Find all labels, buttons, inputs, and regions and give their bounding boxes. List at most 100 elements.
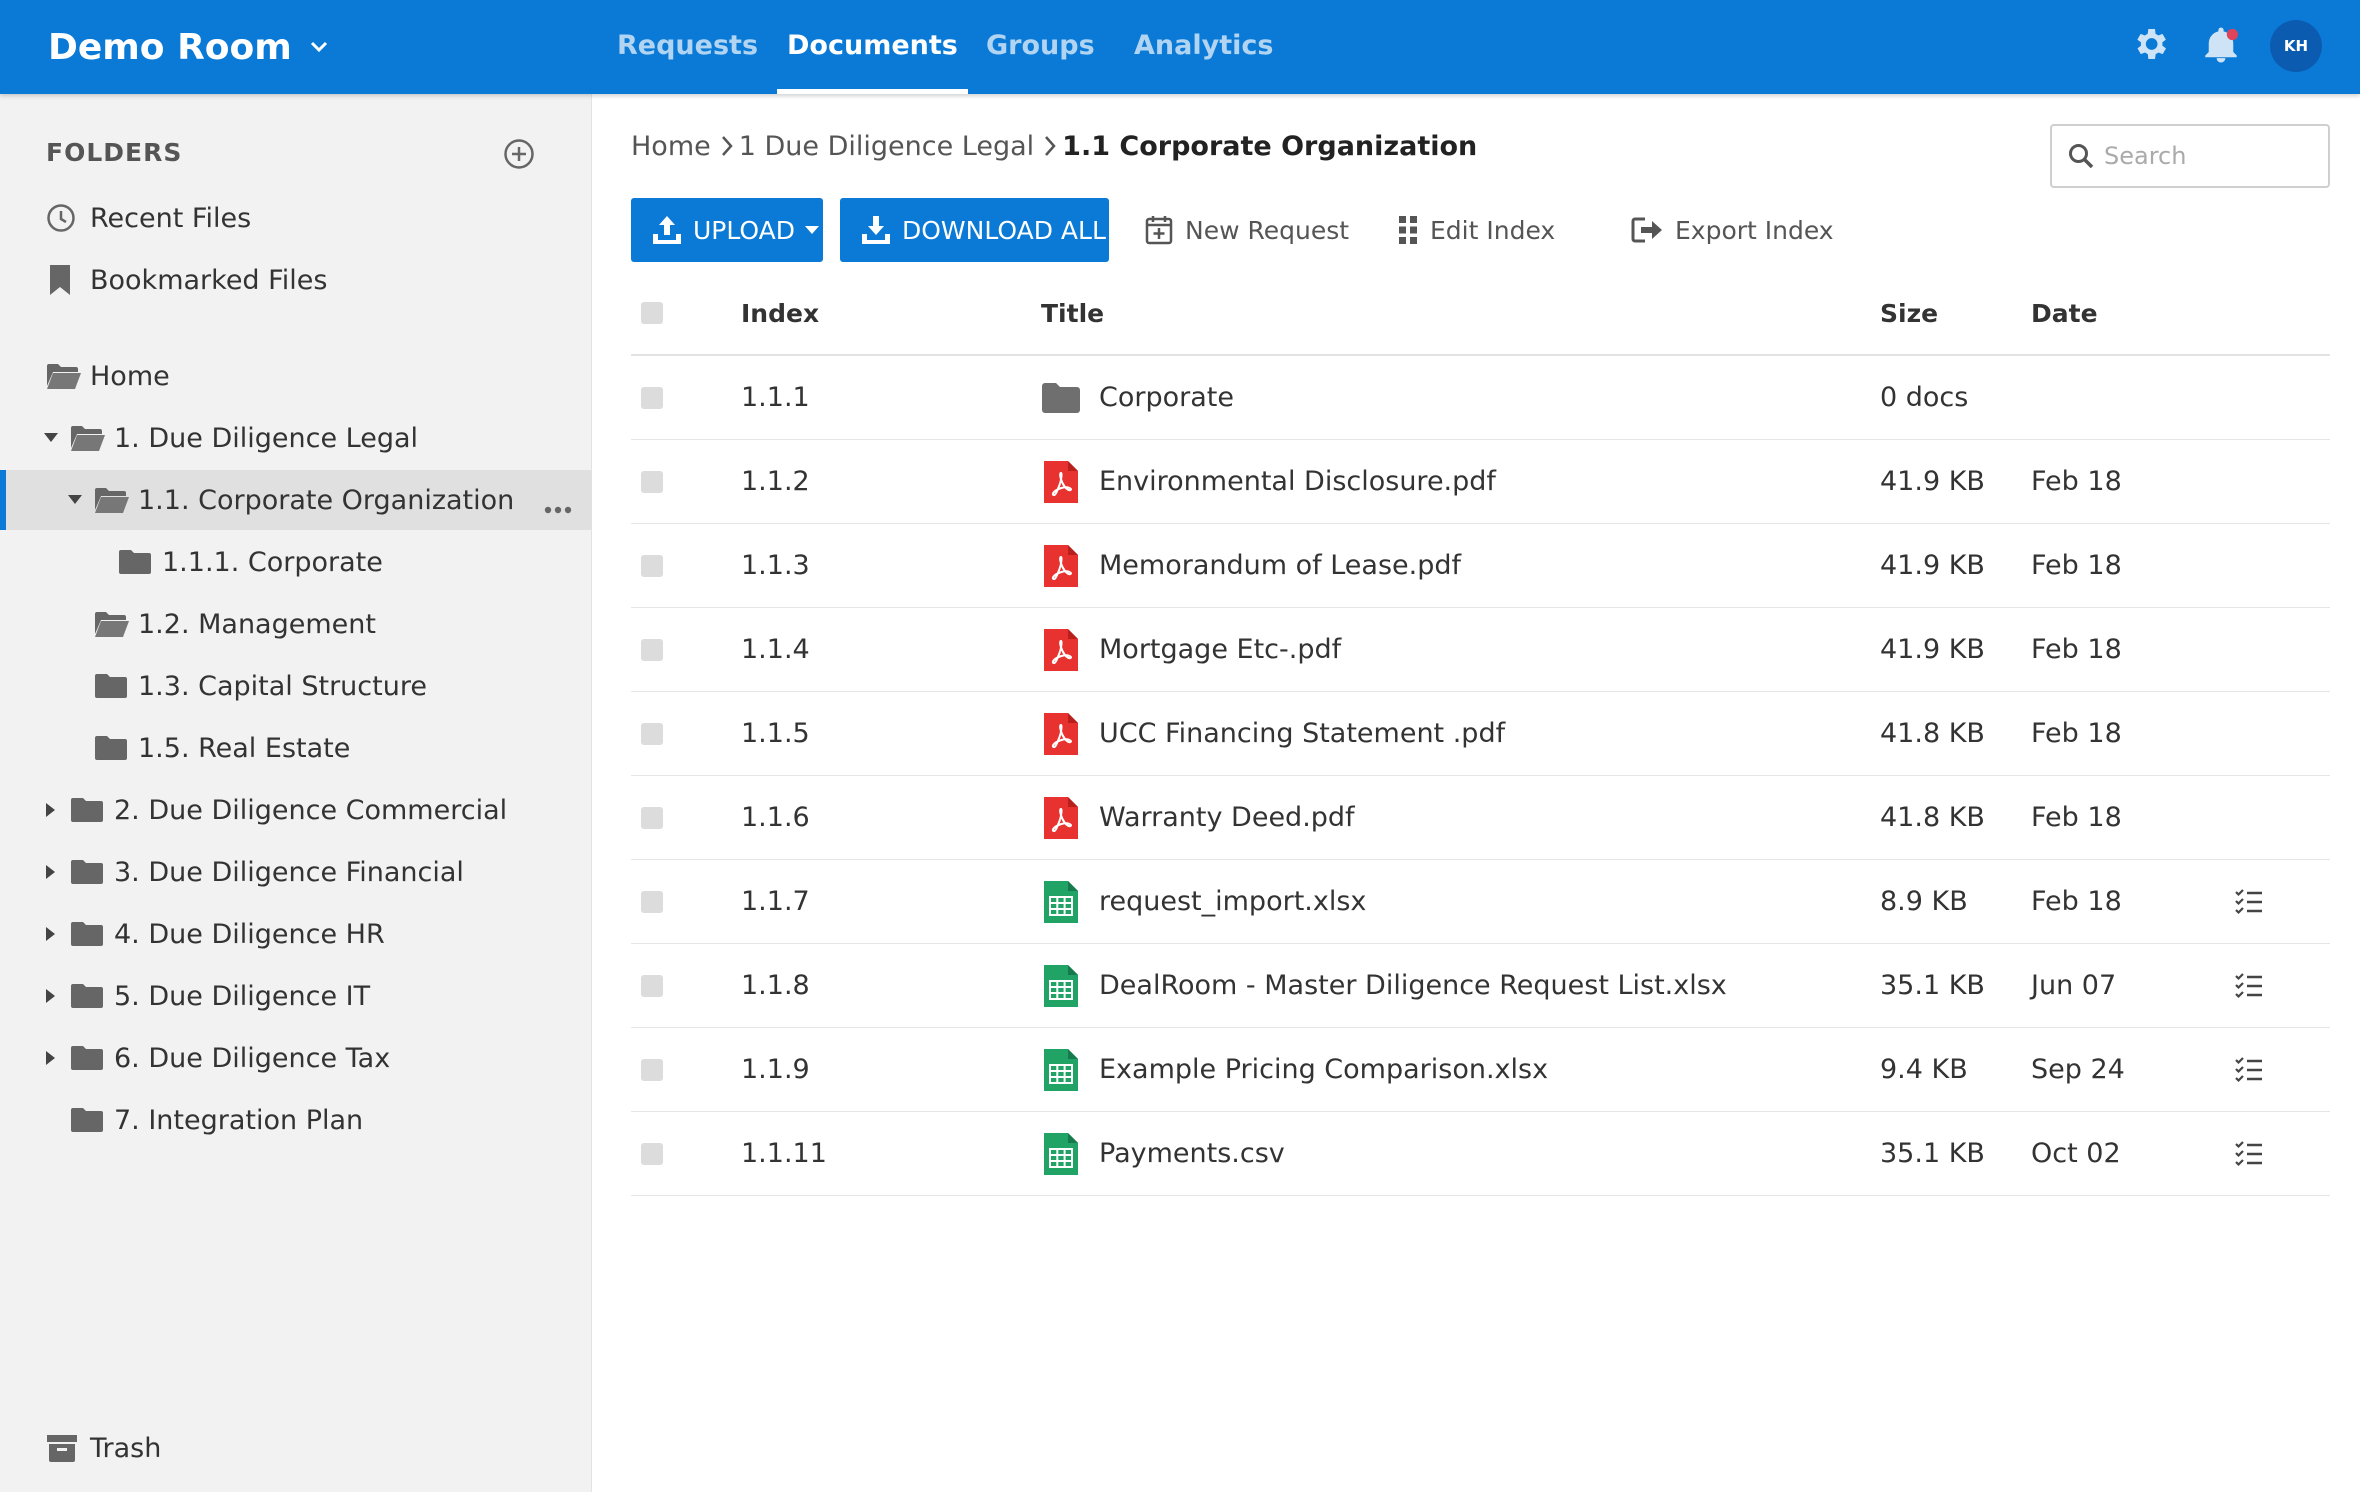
download-all-button[interactable]: DOWNLOAD ALL: [840, 198, 1109, 262]
row-title[interactable]: request_import.xlsx: [1099, 886, 1366, 917]
row-checkbox[interactable]: [641, 470, 663, 493]
row-checkbox[interactable]: [641, 1058, 663, 1081]
tab-documents[interactable]: Documents: [777, 0, 968, 94]
row-checkbox[interactable]: [641, 386, 663, 409]
row-title[interactable]: Memorandum of Lease.pdf: [1099, 550, 1461, 581]
user-avatar[interactable]: KH: [2270, 20, 2322, 72]
sidebar-item-due-diligence-commercial[interactable]: 2. Due Diligence Commercial: [0, 782, 592, 838]
add-folder-icon[interactable]: [503, 138, 535, 174]
top-bar: Demo Room Requests Documents Groups Anal…: [0, 0, 2360, 94]
request-list-icon[interactable]: [2235, 972, 2263, 999]
sidebar-item-label: 4. Due Diligence HR: [114, 918, 385, 950]
table-row[interactable]: 1.1.5 UCC Financing Statement .pdf 41.8 …: [631, 692, 2330, 776]
row-size: 8.9 KB: [1880, 886, 1968, 917]
row-checkbox[interactable]: [641, 638, 663, 661]
caret-right-icon[interactable]: [44, 865, 58, 879]
settings-gear-icon[interactable]: [2130, 24, 2170, 68]
folder-icon: [94, 673, 128, 699]
new-request-button[interactable]: New Request: [1145, 198, 1349, 262]
folder-icon: [70, 1045, 104, 1071]
breadcrumb-home[interactable]: Home: [631, 131, 711, 162]
row-checkbox[interactable]: [641, 554, 663, 577]
row-title[interactable]: UCC Financing Statement .pdf: [1099, 718, 1505, 749]
sidebar-item-bookmarked-files[interactable]: Bookmarked Files: [0, 252, 592, 308]
upload-button[interactable]: UPLOAD: [631, 198, 823, 262]
tab-analytics[interactable]: Analytics: [1134, 0, 1273, 94]
row-title[interactable]: Mortgage Etc-.pdf: [1099, 634, 1341, 665]
caret-right-icon[interactable]: [44, 927, 58, 941]
sidebar-item-due-diligence-financial[interactable]: 3. Due Diligence Financial: [0, 844, 592, 900]
caret-down-icon[interactable]: [44, 431, 58, 445]
row-checkbox-cell: [641, 1112, 663, 1195]
caret-right-icon[interactable]: [44, 803, 58, 817]
table-row[interactable]: 1.1.9 Example Pricing Comparison.xlsx 9.…: [631, 1028, 2330, 1112]
caret-right-icon[interactable]: [44, 1051, 58, 1065]
table-row[interactable]: 1.1.2 Environmental Disclosure.pdf 41.9 …: [631, 440, 2330, 524]
column-header-date[interactable]: Date: [2031, 272, 2098, 354]
row-index: 1.1.8: [741, 970, 810, 1001]
caret-right-icon[interactable]: [44, 989, 58, 1003]
table-row[interactable]: 1.1.1 Corporate 0 docs: [631, 356, 2330, 440]
column-header-index[interactable]: Index: [741, 272, 819, 354]
row-checkbox[interactable]: [641, 722, 663, 745]
folder-open-icon: [94, 610, 130, 638]
row-title[interactable]: Payments.csv: [1099, 1138, 1285, 1169]
row-title[interactable]: Environmental Disclosure.pdf: [1099, 466, 1496, 497]
sidebar-item-real-estate[interactable]: 1.5. Real Estate: [0, 720, 592, 776]
row-title[interactable]: Warranty Deed.pdf: [1099, 802, 1355, 833]
row-size: 41.9 KB: [1880, 550, 1985, 581]
select-all-checkbox[interactable]: [641, 302, 663, 324]
sidebar-item-due-diligence-hr[interactable]: 4. Due Diligence HR: [0, 906, 592, 962]
calendar-plus-icon: [1145, 215, 1173, 245]
row-index: 1.1.9: [741, 1054, 810, 1085]
table-row[interactable]: 1.1.8 DealRoom - Master Diligence Reques…: [631, 944, 2330, 1028]
sidebar-item-home[interactable]: Home: [0, 348, 592, 404]
sidebar-item-label: 5. Due Diligence IT: [114, 980, 371, 1012]
more-options-icon[interactable]: [544, 490, 572, 521]
sidebar-item-integration-plan[interactable]: 7. Integration Plan: [0, 1092, 592, 1148]
table-row[interactable]: 1.1.3 Memorandum of Lease.pdf 41.9 KB Fe…: [631, 524, 2330, 608]
row-title[interactable]: Corporate: [1099, 382, 1234, 413]
row-date: Feb 18: [2031, 466, 2122, 497]
search-box[interactable]: [2050, 124, 2330, 188]
tab-requests[interactable]: Requests: [617, 0, 758, 94]
request-list-icon[interactable]: [2235, 888, 2263, 915]
sidebar-item-due-diligence-legal[interactable]: 1. Due Diligence Legal: [0, 410, 592, 466]
row-checkbox[interactable]: [641, 974, 663, 997]
request-list-icon[interactable]: [2235, 1140, 2263, 1167]
search-input[interactable]: [2104, 142, 2324, 170]
export-index-button[interactable]: Export Index: [1631, 198, 1834, 262]
row-size: 9.4 KB: [1880, 1054, 1968, 1085]
table-row[interactable]: 1.1.7 request_import.xlsx 8.9 KB Feb 18: [631, 860, 2330, 944]
row-checkbox[interactable]: [641, 806, 663, 829]
row-title[interactable]: Example Pricing Comparison.xlsx: [1099, 1054, 1548, 1085]
row-checkbox[interactable]: [641, 890, 663, 913]
edit-index-button[interactable]: Edit Index: [1398, 198, 1555, 262]
table-row[interactable]: 1.1.4 Mortgage Etc-.pdf 41.9 KB Feb 18: [631, 608, 2330, 692]
sidebar-item-due-diligence-tax[interactable]: 6. Due Diligence Tax: [0, 1030, 592, 1086]
request-list-icon[interactable]: [2235, 1056, 2263, 1083]
table-row[interactable]: 1.1.11 Payments.csv 35.1 KB Oct 02: [631, 1112, 2330, 1196]
sidebar-item-recent-files[interactable]: Recent Files: [0, 190, 592, 246]
caret-down-icon[interactable]: [68, 493, 82, 507]
column-header-title[interactable]: Title: [1041, 272, 1104, 354]
row-checkbox[interactable]: [641, 1142, 663, 1165]
sidebar-item-corporate[interactable]: 1.1.1. Corporate: [0, 534, 592, 590]
column-header-size[interactable]: Size: [1880, 272, 1938, 354]
breadcrumb-due-diligence-legal[interactable]: 1 Due Diligence Legal: [739, 131, 1034, 162]
sidebar-item-capital-structure[interactable]: 1.3. Capital Structure: [0, 658, 592, 714]
sidebar-item-trash[interactable]: Trash: [0, 1420, 592, 1476]
room-switcher[interactable]: Demo Room: [48, 22, 328, 72]
folder-icon: [1041, 375, 1081, 421]
caret-down-icon: [805, 226, 820, 234]
tab-groups[interactable]: Groups: [986, 0, 1095, 94]
table-row[interactable]: 1.1.6 Warranty Deed.pdf 41.8 KB Feb 18: [631, 776, 2330, 860]
row-checkbox-cell: [641, 1028, 663, 1111]
sidebar-item-management[interactable]: 1.2. Management: [0, 596, 592, 652]
sidebar-item-due-diligence-it[interactable]: 5. Due Diligence IT: [0, 968, 592, 1024]
notifications-bell-icon[interactable]: [2200, 24, 2242, 70]
row-title[interactable]: DealRoom - Master Diligence Request List…: [1099, 970, 1727, 1001]
sidebar-item-corporate-organization[interactable]: 1.1. Corporate Organization: [0, 470, 592, 530]
breadcrumb-current: 1.1 Corporate Organization: [1062, 130, 1478, 162]
folder-open-icon: [46, 362, 82, 390]
